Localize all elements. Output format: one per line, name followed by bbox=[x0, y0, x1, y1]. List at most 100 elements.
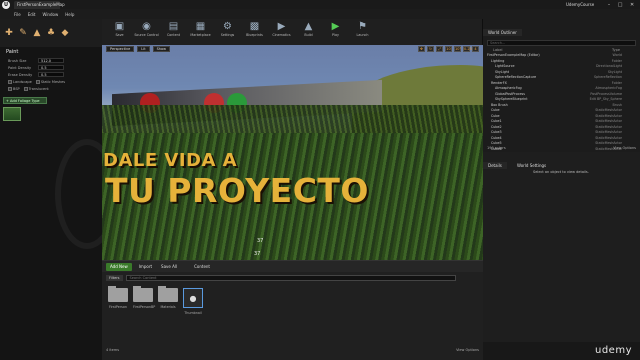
view-options-button[interactable]: View Options bbox=[456, 348, 479, 352]
brush-size-row: Brush Size 512.0 bbox=[0, 57, 102, 64]
overlay-line-1: DALE VIDA A bbox=[103, 150, 238, 171]
main-toolbar: ▣ Save ◉ Source Control ▤ Content ▦ Marketpl… bbox=[102, 19, 482, 45]
marketplace-button[interactable]: ▦ Marketplace bbox=[187, 19, 214, 45]
erase-density-field[interactable]: 0.5 bbox=[38, 72, 64, 77]
ue-editor-screen: U FirstPersonExampleMap UdemyCourse – □ … bbox=[0, 0, 640, 360]
launch-button[interactable]: ⚑ Launch bbox=[349, 19, 376, 45]
filter-row: Landscape Static Meshes bbox=[0, 78, 102, 85]
settings-button[interactable]: ⚙ Settings bbox=[214, 19, 241, 45]
outliner-search-input[interactable]: Search... bbox=[487, 40, 636, 46]
world-outliner: World Outliner Search... Label Type Firs… bbox=[483, 19, 640, 156]
save-icon: ▣ bbox=[114, 21, 125, 32]
build-button[interactable]: ▲ Build bbox=[295, 19, 322, 45]
source-control-button[interactable]: ◉ Source Control bbox=[133, 19, 160, 45]
tab-world-settings[interactable]: World Settings bbox=[511, 162, 552, 169]
item-name: FirstPersonBP bbox=[133, 305, 156, 309]
import-button[interactable]: Import bbox=[137, 263, 154, 271]
content-search-input[interactable]: Search Content bbox=[125, 275, 456, 281]
menu-file[interactable]: File bbox=[14, 12, 21, 17]
rotation-snap-value[interactable]: 10° bbox=[454, 46, 461, 52]
tab-world-outliner[interactable]: World Outliner bbox=[483, 29, 522, 36]
checkbox-landscape[interactable]: Landscape bbox=[8, 79, 32, 84]
translate-icon[interactable]: ✥ bbox=[418, 46, 425, 52]
scale-icon[interactable]: ⤢ bbox=[436, 46, 443, 52]
content-browser: Add New Import Save All Content Filters … bbox=[102, 260, 483, 360]
place-mode-icon[interactable]: ✚ bbox=[4, 28, 14, 38]
perspective-button[interactable]: Perspective bbox=[106, 46, 135, 52]
add-new-button[interactable]: Add New bbox=[106, 262, 132, 271]
foliage-mode-icon[interactable]: ♣ bbox=[46, 28, 56, 38]
filters-button[interactable]: Filters bbox=[106, 275, 123, 281]
window-controls: – □ ✕ bbox=[604, 1, 638, 9]
overlay-line-2: TU PROYECTO bbox=[105, 171, 369, 210]
folder-item[interactable]: FirstPerson bbox=[108, 286, 128, 315]
folder-item[interactable]: FirstPersonBP bbox=[133, 286, 156, 315]
checkbox-static-meshes[interactable]: Static Meshes bbox=[35, 79, 65, 84]
level-tab[interactable]: FirstPersonExampleMap bbox=[14, 1, 65, 9]
modes-panel: ✚ ✎ ▲ ♣ ◆ Paint Brush Size 512.0 Paint D… bbox=[0, 19, 119, 360]
folder-icon bbox=[133, 286, 153, 302]
scale-snap-value[interactable]: 0.25 bbox=[463, 46, 472, 52]
right-panel: World Outliner Search... Label Type Firs… bbox=[483, 19, 640, 360]
viewport-snap-controls: ✥ ↻ ⤢ 10 10° 0.25 4 bbox=[418, 46, 479, 52]
brush-size-field[interactable]: 512.0 bbox=[38, 58, 64, 63]
filter-row: BSP Translucent bbox=[0, 85, 102, 92]
close-button[interactable]: ✕ bbox=[630, 1, 634, 9]
paint-density-row: Paint Density 0.5 bbox=[0, 64, 102, 71]
folder-icon bbox=[108, 286, 128, 302]
content-icon: ▤ bbox=[168, 21, 179, 32]
content-items: FirstPerson FirstPersonBP Materials ● Th… bbox=[102, 282, 483, 315]
modes-toolbar: ✚ ✎ ▲ ♣ ◆ bbox=[0, 19, 102, 47]
checkbox-bsp[interactable]: BSP bbox=[8, 86, 20, 91]
folder-item[interactable]: Materials bbox=[158, 286, 178, 315]
grid-snap-value[interactable]: 10 bbox=[445, 46, 452, 52]
menu-help[interactable]: Help bbox=[65, 12, 74, 17]
foliage-grass-thumbnail[interactable] bbox=[3, 107, 21, 121]
play-button[interactable]: ▶ Play bbox=[322, 19, 349, 45]
blueprints-button[interactable]: ▩ Blueprints bbox=[241, 19, 268, 45]
erase-density-row: Erase Density 0.5 bbox=[0, 71, 102, 78]
source-control-icon: ◉ bbox=[142, 21, 151, 32]
marketplace-icon: ▦ bbox=[195, 21, 206, 32]
menu-window[interactable]: Window bbox=[42, 12, 58, 17]
outliner-view-options[interactable]: View Options bbox=[613, 146, 636, 150]
geometry-mode-icon[interactable]: ◆ bbox=[60, 28, 70, 38]
actor-count: 190 actors bbox=[487, 146, 506, 150]
maximize-button[interactable]: □ bbox=[618, 1, 623, 9]
content-filter-bar: Filters Search Content bbox=[102, 274, 483, 282]
prop-label: Erase Density bbox=[8, 72, 33, 77]
menu-bar: File Edit Window Help bbox=[0, 9, 640, 19]
unreal-logo-icon: U bbox=[2, 1, 10, 9]
camera-speed-value[interactable]: 4 bbox=[472, 46, 479, 52]
save-all-button[interactable]: Save All bbox=[159, 263, 179, 271]
viewport-stat: 37 bbox=[257, 238, 264, 244]
outliner-rows: FirstPersonExampleMap (Editor) World Light… bbox=[483, 53, 640, 158]
landscape-mode-icon[interactable]: ▲ bbox=[32, 28, 42, 38]
add-foliage-type-button[interactable]: + Add Foliage Type bbox=[3, 97, 47, 104]
prop-label: Brush Size bbox=[8, 58, 27, 63]
asset-item[interactable]: ● Thumbnail bbox=[183, 288, 203, 315]
promo-overlay-title: DALE VIDA A TU PROYECTO bbox=[103, 150, 369, 210]
film-icon: ▶ bbox=[277, 21, 286, 32]
content-browser-toolbar: Add New Import Save All Content bbox=[102, 261, 483, 272]
cinematics-button[interactable]: ▶ Cinematics bbox=[268, 19, 295, 45]
rotate-icon[interactable]: ↻ bbox=[427, 46, 434, 52]
title-bar: U FirstPersonExampleMap UdemyCourse – □ … bbox=[0, 0, 640, 9]
minimize-button[interactable]: – bbox=[608, 1, 611, 9]
blueprint-icon: ▩ bbox=[249, 21, 260, 32]
asset-thumbnail-icon: ● bbox=[183, 288, 203, 308]
launch-icon: ⚑ bbox=[358, 21, 367, 32]
play-icon: ▶ bbox=[331, 21, 340, 32]
paint-mode-icon[interactable]: ✎ bbox=[18, 28, 28, 38]
content-button[interactable]: ▤ Content bbox=[160, 19, 187, 45]
folder-icon bbox=[158, 286, 178, 302]
save-button[interactable]: ▣ Save bbox=[106, 19, 133, 45]
show-button[interactable]: Show bbox=[152, 46, 171, 52]
lit-button[interactable]: Lit bbox=[137, 46, 150, 52]
item-name: Materials bbox=[160, 305, 176, 309]
tab-details[interactable]: Details bbox=[483, 162, 507, 169]
breadcrumb[interactable]: Content bbox=[194, 264, 210, 269]
checkbox-translucent[interactable]: Translucent bbox=[23, 86, 49, 91]
menu-edit[interactable]: Edit bbox=[28, 12, 36, 17]
paint-density-field[interactable]: 0.5 bbox=[38, 65, 64, 70]
